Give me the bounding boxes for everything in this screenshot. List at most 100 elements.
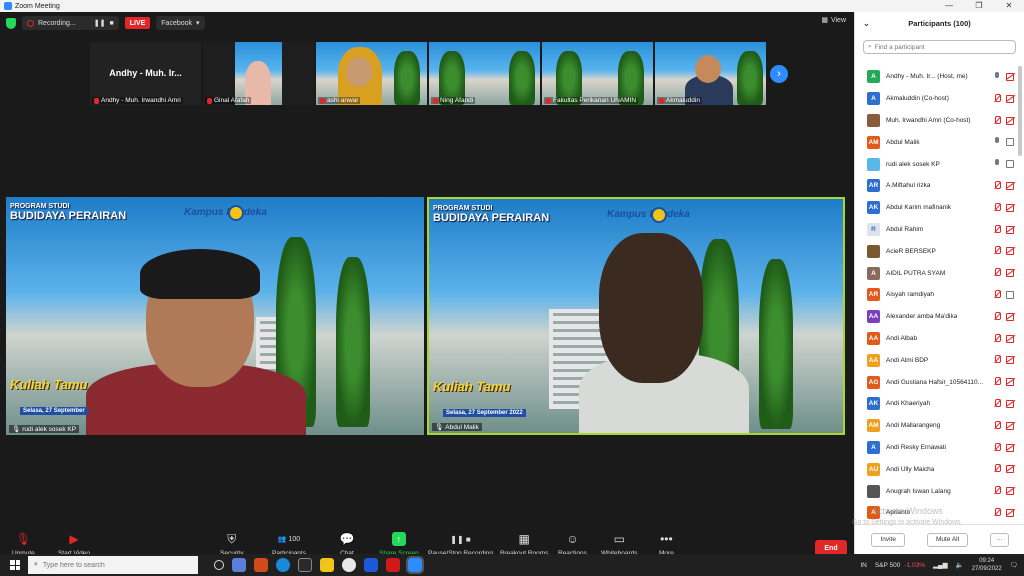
thumb-label: Fakultas Perikanan UNAMIN — [544, 97, 639, 104]
word-icon[interactable] — [364, 558, 378, 572]
video-off-icon — [1006, 269, 1015, 278]
mic-icon — [993, 159, 1001, 168]
stock-widget[interactable]: S&P 500 -1.03% — [875, 562, 925, 569]
participant-search-input[interactable] — [874, 43, 1005, 51]
store-icon[interactable] — [298, 558, 312, 572]
mic-muted-icon — [207, 97, 212, 104]
mic-muted-icon — [993, 464, 1001, 473]
video-off-icon — [1006, 247, 1015, 256]
volume-icon[interactable]: 🔈 — [956, 561, 964, 569]
stream-target-dropdown[interactable]: Facebook ▾ — [156, 16, 205, 30]
recording-indicator[interactable]: Recording... ❚❚ ■ — [22, 16, 119, 30]
event-banner: PROGRAM STUDI BUDIDAYA PERAIRAN — [433, 205, 549, 224]
participant-name: Akmaluddin (Co-host) — [886, 95, 949, 103]
chrome-icon[interactable] — [342, 558, 356, 572]
collapse-chevron-icon[interactable]: ⌄ — [863, 19, 870, 28]
participant-search[interactable]: ⌕ — [863, 40, 1016, 54]
task-view-icon[interactable] — [232, 558, 246, 572]
video-thumb[interactable]: Andhy - Muh. Ir... Andhy - Muh. Irwandhi… — [90, 42, 201, 105]
invite-button[interactable]: Invite — [871, 532, 905, 547]
mic-muted-icon — [433, 97, 438, 104]
participants-panel: ⌄ Participants (100) ⌕ A Andhy - Muh. Ir.… — [854, 12, 1024, 554]
participant-row[interactable]: A AIDIL PUTRA SYAM — [855, 262, 1017, 284]
stop-icon[interactable]: ■ — [109, 20, 113, 27]
taskbar-clock[interactable]: 09:24 27/09/2022 — [972, 557, 1002, 573]
encryption-shield-icon[interactable] — [6, 17, 16, 29]
mic-muted-icon — [94, 97, 99, 104]
video-thumb[interactable]: Fakultas Perikanan UNAMIN — [542, 42, 653, 105]
video-tile[interactable]: PROGRAM STUDI BUDIDAYA PERAIRAN Kampus M… — [6, 197, 424, 435]
participant-row[interactable]: AK Abdul Karim mafinanik — [855, 197, 1017, 219]
mic-icon — [993, 72, 1001, 81]
pause-icon[interactable]: ❚❚ — [94, 19, 106, 27]
language-indicator[interactable]: IN — [860, 562, 867, 569]
participant-row[interactable]: Muh. Irwandhi Amri (Co-host) — [855, 110, 1017, 132]
network-icon[interactable]: ▂▄▆ — [933, 561, 948, 569]
participant-row[interactable]: AA Andi Almi BDP — [855, 349, 1017, 371]
video-off-icon: ▶ — [69, 532, 79, 546]
speaker-face — [599, 233, 703, 383]
video-thumb[interactable]: Akmaluddin — [655, 42, 766, 105]
more-options-button[interactable]: ··· — [990, 532, 1009, 547]
university-emblem-icon — [651, 207, 667, 223]
participant-name: Andi Resky Ernawati — [886, 443, 946, 451]
participant-row[interactable]: AA Andi Albab — [855, 328, 1017, 350]
windows-start-icon[interactable] — [10, 560, 20, 570]
mic-muted-icon — [993, 202, 1001, 212]
participant-row[interactable]: AA Alexander amba Ma'dika — [855, 306, 1017, 328]
participant-row[interactable]: AR Aisyah ramdiyah — [855, 284, 1017, 306]
participant-status-icons — [993, 246, 1015, 256]
video-tile-active-speaker[interactable]: PROGRAM STUDI BUDIDAYA PERAIRAN Kampus M… — [427, 197, 845, 435]
participant-row[interactable]: AR A.Miftahul rizka — [855, 175, 1017, 197]
participants-panel-header: ⌄ Participants (100) — [855, 12, 1024, 34]
view-button[interactable]: ▦ View — [821, 16, 846, 25]
caret-down-icon: ▾ — [196, 20, 200, 27]
thumb-label: Andhy - Muh. Irwandhi Amri — [92, 97, 183, 104]
avatar: A — [867, 266, 880, 280]
participant-status-icons — [993, 355, 1015, 365]
avatar: AG — [867, 375, 880, 389]
participant-row[interactable]: AM Andi Mallarangeng — [855, 415, 1017, 437]
minimize-icon[interactable]: — — [934, 0, 964, 12]
shield-icon: ⛨ — [227, 531, 237, 546]
cortana-icon[interactable] — [214, 560, 224, 570]
next-page-button[interactable]: › — [770, 65, 788, 83]
participant-row[interactable]: A Andhy - Muh. Ir... (Host, me) — [855, 66, 1017, 88]
participant-row[interactable]: AcieR BERSEKP — [855, 240, 1017, 262]
zoom-taskbar-icon[interactable] — [406, 556, 424, 574]
participant-status-icons — [993, 72, 1015, 81]
participant-row[interactable]: rudi alek sosek KP — [855, 153, 1017, 175]
participant-row[interactable]: A Akmaluddin (Co-host) — [855, 88, 1017, 110]
kampus-merdeka-logo: Kampus Merdeka — [184, 207, 267, 218]
stock-change: -1.03% — [904, 561, 925, 569]
video-thumb[interactable]: Ginal Afafah — [203, 42, 314, 105]
acrobat-icon[interactable] — [386, 558, 400, 572]
close-icon[interactable]: ✕ — [994, 0, 1024, 12]
participant-row[interactable]: AM Abdul Malik — [855, 131, 1017, 153]
video-thumb[interactable]: ashi anwar — [316, 42, 427, 105]
mute-all-button[interactable]: Mute All — [926, 532, 969, 547]
participant-status-icons — [993, 398, 1015, 408]
participant-status-icons — [993, 311, 1015, 321]
notifications-icon[interactable]: 🗨 — [1010, 561, 1018, 569]
participant-row[interactable]: AU Andi Ully Maicha — [855, 458, 1017, 480]
participant-name: Anugrah Iswan Lalang — [886, 487, 951, 495]
participant-name: Abdul Rahim — [886, 225, 924, 233]
maximize-icon[interactable]: ❐ — [964, 0, 994, 12]
whiteboard-icon: ▭ — [613, 532, 625, 546]
background-tree — [737, 51, 763, 105]
participant-row[interactable]: AG Andi Gustiana Hafsir_10564110... — [855, 371, 1017, 393]
participant-row[interactable]: R Abdul Rahim — [855, 219, 1017, 241]
participant-row[interactable]: AK Andi Khaeriyah — [855, 393, 1017, 415]
file-explorer-icon[interactable] — [320, 558, 334, 572]
video-thumb[interactable]: Ning Afandi — [429, 42, 540, 105]
taskbar-search[interactable]: ⌕ — [28, 556, 198, 574]
edge-icon[interactable] — [276, 558, 290, 572]
participant-list-scrollbar[interactable] — [1018, 66, 1022, 156]
participant-row[interactable]: Anugrah Iswan Lalang — [855, 480, 1017, 502]
mic-muted-icon — [546, 97, 551, 104]
taskbar-search-input[interactable] — [42, 561, 153, 569]
powerpoint-icon[interactable] — [254, 558, 268, 572]
participant-row[interactable]: A Andi Resky Ernawati — [855, 437, 1017, 459]
live-badge[interactable]: LIVE — [124, 17, 151, 29]
